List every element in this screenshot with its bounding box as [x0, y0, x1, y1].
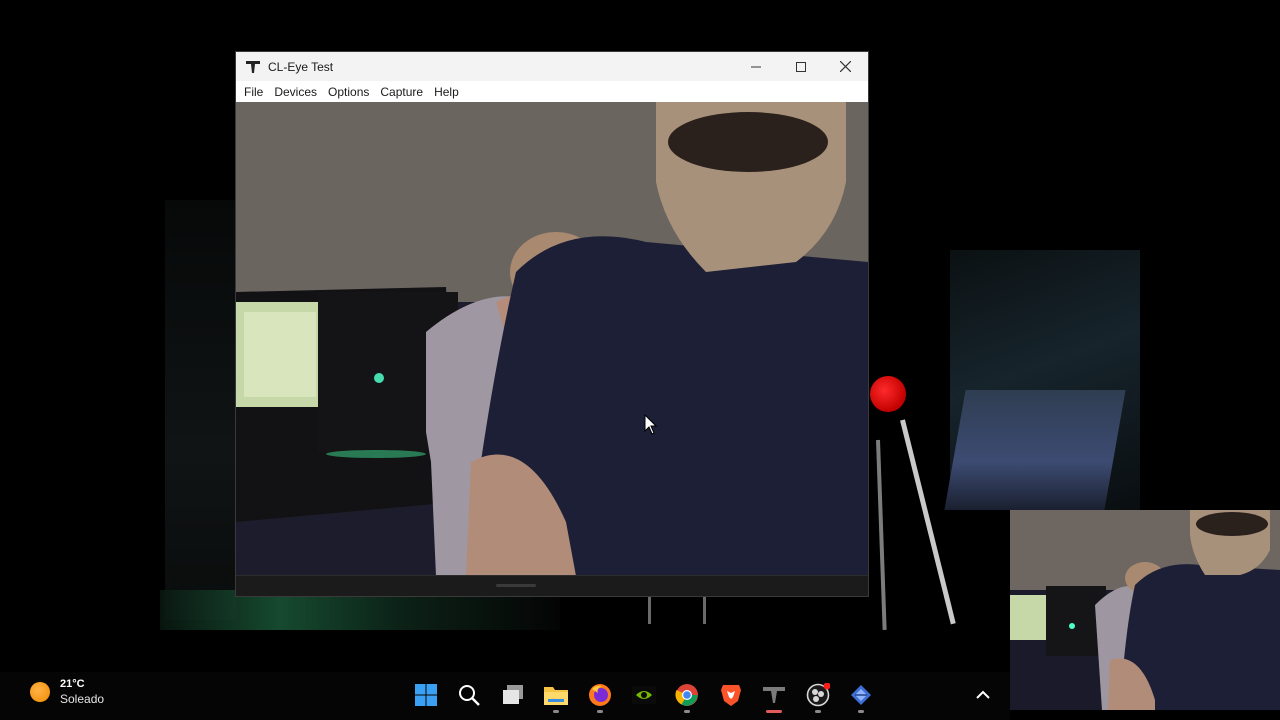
cl-eye-window[interactable]: CL-Eye Test File Devices Options Capture…: [236, 52, 868, 596]
title-bar[interactable]: CL-Eye Test: [236, 52, 868, 81]
resize-grip[interactable]: [496, 584, 536, 587]
network-app-icon: [851, 685, 871, 705]
cl-eye-icon: [763, 687, 785, 703]
window-title: CL-Eye Test: [268, 59, 334, 74]
weather-condition: Soleado: [60, 692, 105, 706]
search-button[interactable]: [456, 682, 482, 708]
brave-icon: [721, 685, 741, 706]
background-wall-left: [165, 200, 237, 620]
menu-devices[interactable]: Devices: [270, 85, 324, 99]
cl-eye-taskbar-button[interactable]: [761, 682, 787, 708]
preview-scene: [1010, 510, 1280, 710]
menu-help[interactable]: Help: [430, 85, 466, 99]
running-indicator: [858, 710, 864, 713]
status-bar: [236, 575, 868, 596]
network-app-button[interactable]: [848, 682, 874, 708]
maximize-icon: [795, 61, 806, 72]
minimize-button[interactable]: [733, 52, 778, 81]
running-indicator: [553, 710, 559, 713]
background-red-ball: [870, 376, 906, 412]
running-indicator: [815, 710, 821, 713]
brave-button[interactable]: [718, 682, 744, 708]
task-view-icon: [503, 685, 523, 704]
close-icon: [840, 61, 851, 72]
menu-options[interactable]: Options: [324, 85, 376, 99]
camera-scene: [236, 102, 868, 576]
obs-icon: [806, 683, 830, 707]
background-desk: [944, 390, 1126, 510]
start-button[interactable]: [413, 682, 439, 708]
obs-button[interactable]: [805, 682, 831, 708]
background-pole: [876, 439, 887, 630]
running-indicator: [597, 710, 603, 713]
windows-icon: [415, 684, 437, 706]
minimize-icon: [750, 66, 761, 67]
nvidia-icon: [632, 686, 656, 704]
firefox-icon: [589, 684, 611, 706]
menu-bar: File Devices Options Capture Help: [236, 81, 868, 103]
running-indicator: [684, 710, 690, 713]
close-button[interactable]: [823, 52, 868, 81]
chrome-icon: [675, 684, 698, 706]
sun-icon: [30, 682, 50, 702]
mouse-cursor-icon: [644, 414, 658, 435]
maximize-button[interactable]: [778, 52, 823, 81]
taskbar: 21°C Soleado: [0, 672, 1010, 720]
search-icon: [459, 685, 480, 706]
weather-temperature: 21°C: [60, 678, 85, 690]
cl-eye-app-icon: [246, 60, 260, 73]
background-pole: [648, 596, 651, 624]
background-floor-glow: [160, 590, 560, 630]
background-pole: [900, 419, 956, 625]
active-indicator: [766, 710, 782, 713]
camera-feed: [236, 102, 868, 576]
firefox-button[interactable]: [587, 682, 613, 708]
chrome-button[interactable]: [674, 682, 700, 708]
file-explorer-button[interactable]: [543, 682, 569, 708]
system-tray-overflow-button[interactable]: [974, 686, 992, 704]
camera-preview-overlay: [1010, 510, 1280, 710]
background-pole: [703, 596, 706, 624]
menu-file[interactable]: File: [240, 85, 270, 99]
chevron-up-icon: [976, 690, 990, 699]
folder-icon: [544, 687, 568, 705]
nvidia-button[interactable]: [631, 682, 657, 708]
weather-widget[interactable]: 21°C Soleado: [30, 678, 104, 706]
task-view-button[interactable]: [500, 682, 526, 708]
menu-capture[interactable]: Capture: [376, 85, 430, 99]
